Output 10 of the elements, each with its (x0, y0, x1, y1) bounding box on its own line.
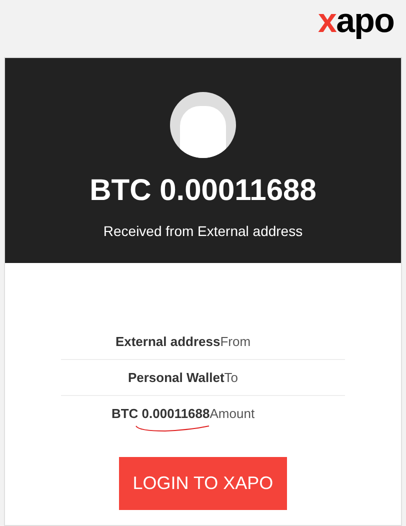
detail-value: External address (115, 332, 220, 351)
amount-heading: BTC 0.00011688 (90, 173, 316, 209)
detail-label: Amount (210, 405, 255, 424)
login-button[interactable]: LOGIN TO XAPO (119, 457, 287, 510)
detail-label: From (220, 332, 251, 351)
detail-value: BTC 0.00011688 (111, 405, 210, 424)
detail-label: To (224, 368, 238, 387)
detail-value: Personal Wallet (128, 368, 224, 387)
xapo-logo: xapo (318, 4, 394, 38)
subtitle: Received from External address (103, 222, 303, 241)
